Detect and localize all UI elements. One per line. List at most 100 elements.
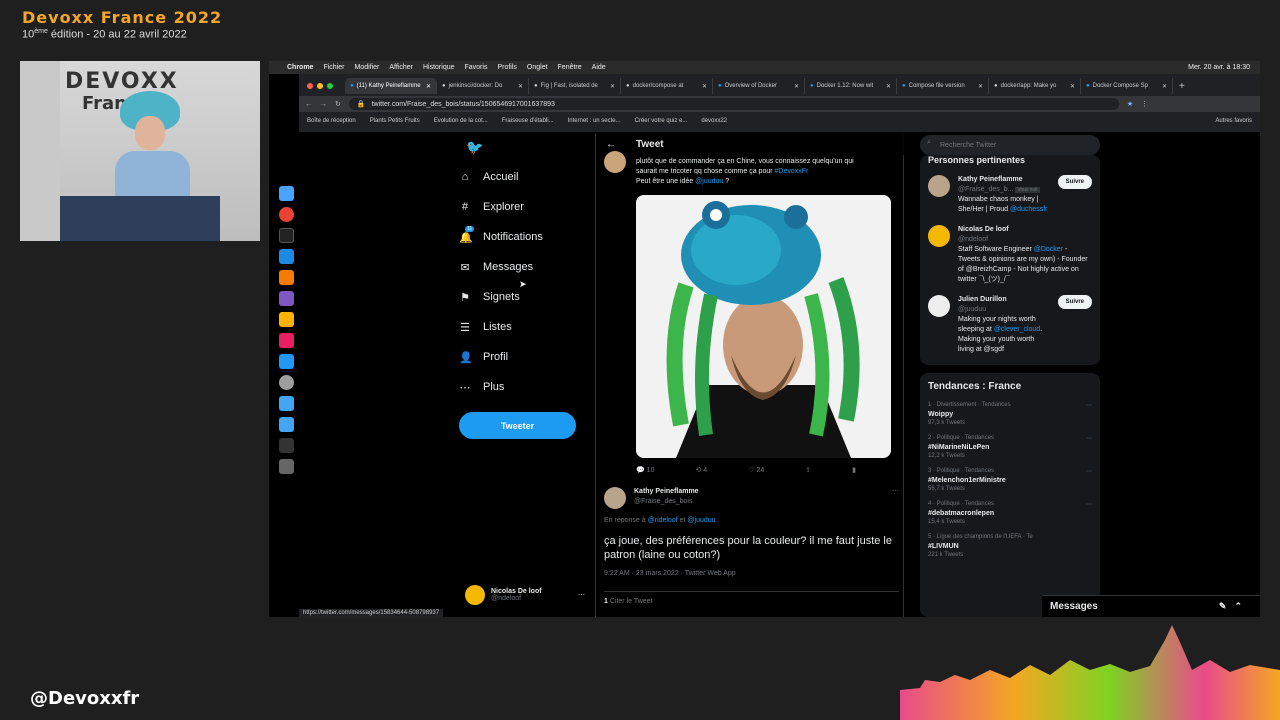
bookmark-item[interactable]: Plants Petits Fruits (370, 118, 420, 124)
tab-twitter[interactable]: ● (11) Kathy Peineflamme ✕ (345, 78, 437, 94)
downloads-icon[interactable] (278, 417, 294, 432)
tweet-button[interactable]: Tweeter (459, 412, 576, 439)
share-icon[interactable]: ⇪ (805, 466, 811, 474)
back-arrow-icon[interactable]: ← (606, 139, 616, 150)
close-tab-icon[interactable]: ✕ (1070, 83, 1075, 90)
bio-link[interactable]: @Docker (1034, 246, 1063, 253)
vlc-icon[interactable] (278, 270, 294, 285)
nav-messages[interactable]: ✉ Messages (459, 252, 589, 282)
back-icon[interactable]: ← (305, 101, 312, 108)
reload-icon[interactable]: ↻ (335, 100, 341, 108)
like-action[interactable]: ♡ 24 (748, 466, 764, 474)
nav-notifications[interactable]: 🔔 11 Notifications (459, 222, 589, 252)
system-preferences-icon[interactable] (278, 375, 294, 390)
url-field[interactable]: 🔒 twitter.com/Fraise_des_bois/status/1506… (348, 98, 1119, 110)
close-tab-icon[interactable]: ✕ (518, 83, 523, 90)
more-icon[interactable]: ⋯ (1086, 435, 1092, 442)
close-tab-icon[interactable]: ✕ (794, 83, 799, 90)
person-item[interactable]: Kathy Peineflamme @Fraise_des_b... Vous … (928, 175, 1092, 215)
bio-link[interactable]: @clever_cloud (994, 326, 1040, 333)
avatar[interactable] (604, 151, 626, 173)
close-tab-icon[interactable]: ✕ (426, 83, 431, 90)
bookmark-item[interactable]: Fraiseuse d'établi... (502, 118, 554, 124)
trend-item[interactable]: 2 · Politique · Tendances ⋯ #NiMarineNiLeP… (928, 435, 1092, 459)
close-tab-icon[interactable]: ✕ (978, 83, 983, 90)
more-icon[interactable]: ⋯ (1086, 402, 1092, 409)
trend-item[interactable]: 4 · Politique · Tendances ⋯ #debatmacronle… (928, 501, 1092, 525)
tab-fig[interactable]: ● Fig | Fast, isolated de ✕ (529, 78, 621, 94)
trend-item[interactable]: 3 · Politique · Tendances ⋯ #Melenchon1erM… (928, 468, 1092, 492)
menu-fenetre[interactable]: Fenêtre (558, 64, 582, 71)
imovie-icon[interactable] (278, 291, 294, 306)
nav-listes[interactable]: ☰ Listes (459, 312, 589, 342)
trend-item[interactable]: 1 · Divertissement · Tendances ⋯ Woippy 97,… (928, 402, 1092, 426)
person-item[interactable]: Julien Durillon @juuduu Making your nigh… (928, 295, 1092, 355)
more-icon[interactable]: ⋯ (892, 487, 899, 509)
bookmark-item[interactable]: Internet : un secte... (568, 118, 621, 124)
retweet-action[interactable]: ⟲ 4 (695, 466, 707, 474)
nav-accueil[interactable]: ⌂ Accueil (459, 162, 589, 192)
app-f-icon[interactable] (278, 312, 294, 327)
chevron-up-icon[interactable]: ⌃ (1234, 601, 1250, 611)
vscode-icon[interactable] (278, 249, 294, 264)
menu-favoris[interactable]: Favoris (465, 64, 488, 71)
close-tab-icon[interactable]: ✕ (1162, 83, 1167, 90)
menu-onglet[interactable]: Onglet (527, 64, 548, 71)
mention-link[interactable]: @juuduu (695, 178, 723, 185)
follow-button[interactable]: Suivre (1057, 175, 1092, 189)
reply-action[interactable]: 💬 10 (636, 466, 654, 474)
close-tab-icon[interactable]: ✕ (610, 83, 615, 90)
menu-fichier[interactable]: Fichier (323, 64, 344, 71)
bookmark-item[interactable]: Créer votre quiz e... (635, 118, 688, 124)
hashtag-link[interactable]: #DevoxxFr (775, 168, 809, 175)
bookmark-item[interactable]: devoxx22 (701, 118, 727, 124)
twitter-logo-icon[interactable]: 🐦 (466, 139, 483, 156)
tab-docker-112[interactable]: ● Docker 1.12: Now wit ✕ (805, 78, 897, 94)
close-tab-icon[interactable]: ✕ (886, 83, 891, 90)
menu-historique[interactable]: Historique (423, 64, 455, 71)
slack-icon[interactable] (278, 333, 294, 348)
account-switcher[interactable]: Nicolas De loof @ndeloof ⋯ (465, 585, 585, 605)
bio-link[interactable]: @duchessfr (1010, 206, 1047, 213)
nav-plus[interactable]: ⋯ Plus (459, 372, 589, 402)
tab-compose-file-version[interactable]: ● Compose file version ✕ (897, 78, 989, 94)
finder-icon[interactable] (278, 186, 294, 201)
analytics-icon[interactable]: ▮ (852, 466, 856, 474)
menu-profils[interactable]: Profils (497, 64, 516, 71)
menu-modifier[interactable]: Modifier (354, 64, 379, 71)
forward-icon[interactable]: → (320, 101, 327, 108)
menu-aide[interactable]: Aide (592, 64, 606, 71)
appstore-icon[interactable] (278, 354, 294, 369)
trend-item[interactable]: 5 · Ligue des champions de l'UEFA · Te #L… (928, 534, 1092, 558)
follow-button[interactable]: Suivre (1057, 295, 1092, 309)
mention-link[interactable]: @ndeloof (648, 517, 678, 524)
chrome-icon[interactable] (278, 207, 294, 222)
compose-message-icon[interactable]: ✎ (1219, 601, 1235, 611)
more-icon[interactable]: ⋯ (1086, 468, 1092, 475)
tab-docker-app[interactable]: ● docker/app: Make yo ✕ (989, 78, 1081, 94)
messages-drawer[interactable]: Messages ✎⌃ (1042, 595, 1260, 617)
bookmark-item[interactable]: Boîte de réception (307, 118, 356, 124)
menu-chrome[interactable]: Chrome (287, 64, 313, 71)
extensions-icon[interactable]: ⋮ (1141, 100, 1148, 108)
screenshot-icon[interactable] (278, 438, 294, 453)
bookmark-item[interactable]: Evolution de la cot... (434, 118, 488, 124)
bookmark-other[interactable]: Autres favoris (1215, 118, 1260, 124)
more-icon[interactable]: ⋯ (578, 591, 585, 599)
folder-icon[interactable] (278, 396, 294, 411)
avatar[interactable] (604, 487, 626, 509)
tab-compose-spec[interactable]: ● Docker Compose Sp ✕ (1081, 78, 1173, 94)
new-tab-icon[interactable]: + (1179, 81, 1185, 92)
reply-author[interactable]: Kathy Peineflamme (634, 488, 699, 495)
tweet-image[interactable] (636, 195, 891, 458)
mention-link[interactable]: @juuduu (687, 517, 715, 524)
person-item[interactable]: Nicolas De loof @ndeloof Staff Software … (928, 225, 1092, 285)
nav-explorer[interactable]: # Explorer (459, 192, 589, 222)
menu-afficher[interactable]: Afficher (389, 64, 413, 71)
quote-stats[interactable]: 1 Citer le Tweet (604, 591, 899, 605)
tab-jenkinsci-docker[interactable]: ● jenkinsci/docker: Do ✕ (437, 78, 529, 94)
tab-docker-overview[interactable]: ● Overview of Docker ✕ (713, 78, 805, 94)
nav-profil[interactable]: 👤 Profil (459, 342, 589, 372)
search-input[interactable]: ⌕ Recherche Twitter (920, 135, 1100, 155)
terminal-icon[interactable] (278, 228, 294, 243)
